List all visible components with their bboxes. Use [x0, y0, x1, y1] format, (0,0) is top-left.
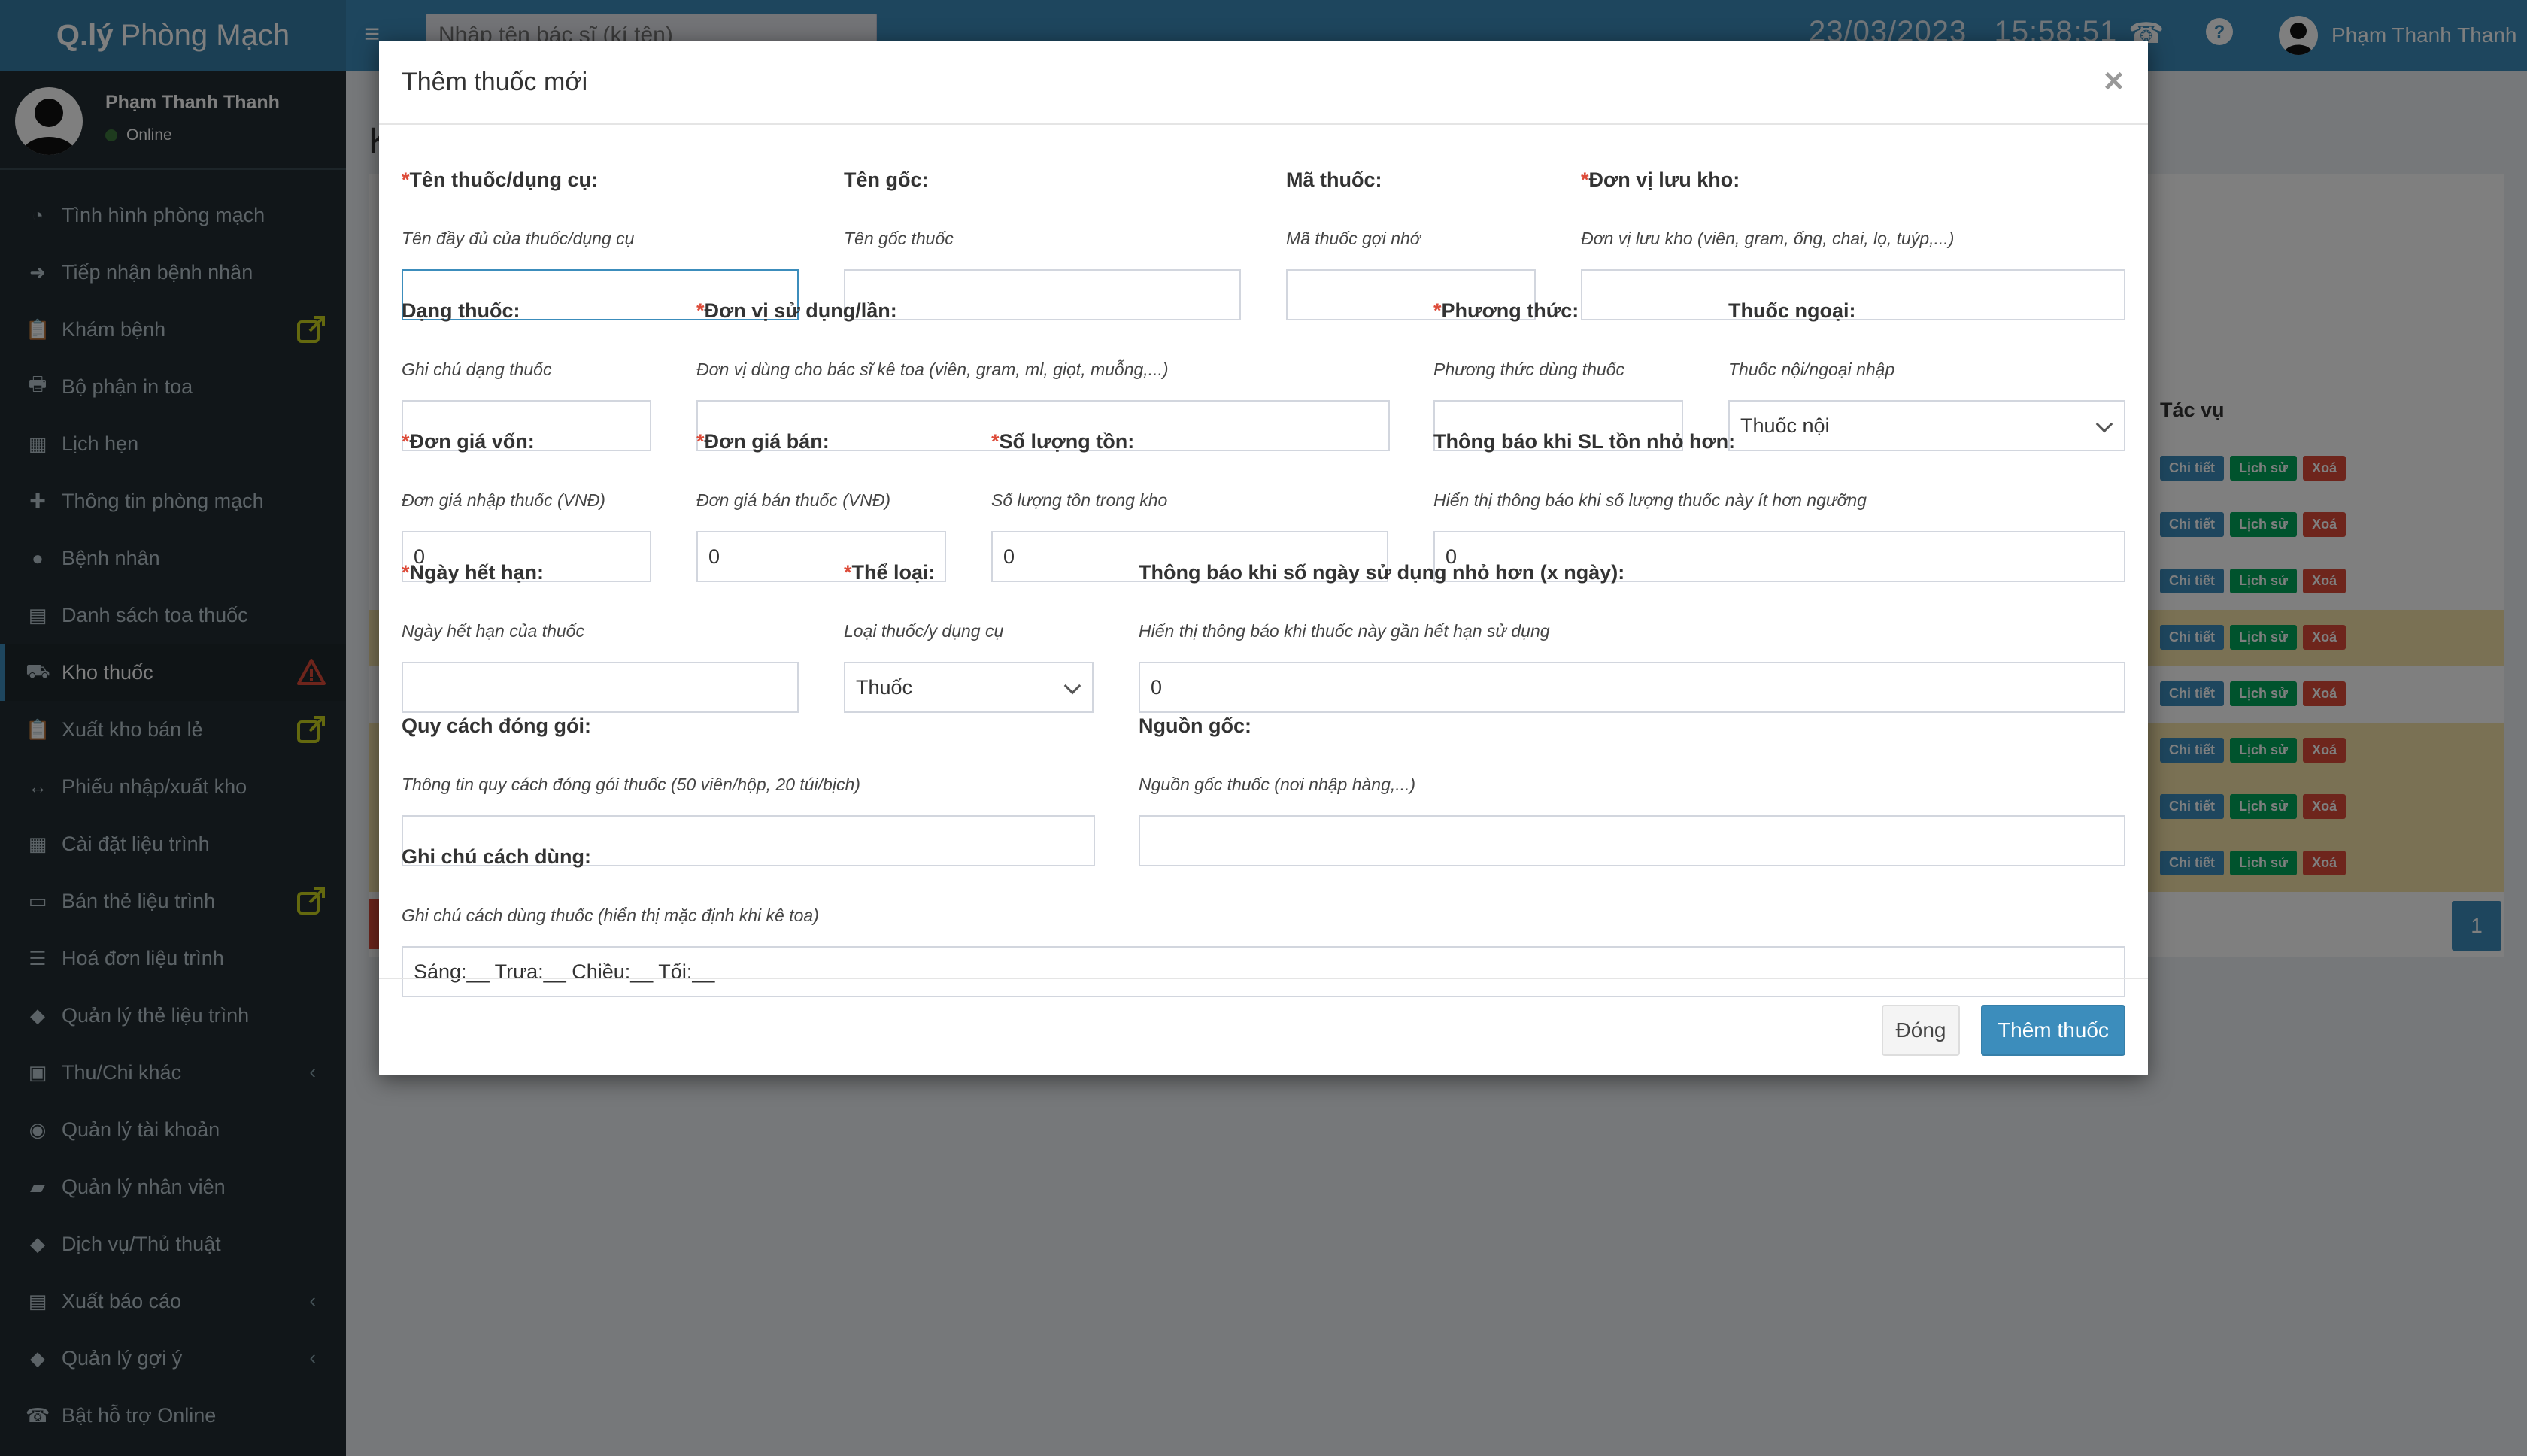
- phuong-thuc-label: *Phương thức:: [1433, 299, 1579, 322]
- required-marker: *: [991, 430, 1000, 453]
- required-marker: *: [402, 168, 410, 191]
- don-gia-ban-hint: Đơn giá bán thuốc (VNĐ): [696, 490, 891, 510]
- don-gia-ban-label: *Đơn giá bán:: [696, 430, 830, 453]
- add-medicine-modal: Thêm thuốc mới × *Tên thuốc/dụng cụ: Tên …: [379, 41, 2148, 1075]
- import-type-select[interactable]: Thuốc nội: [1728, 400, 2125, 451]
- required-marker: *: [1581, 168, 1589, 191]
- required-marker: *: [402, 430, 410, 453]
- thong-bao-sl-hint: Hiển thị thông báo khi số lượng thuốc nà…: [1433, 490, 1867, 510]
- modal-header: Thêm thuốc mới ×: [379, 41, 2148, 125]
- dang-thuoc-hint: Ghi chú dạng thuốc: [402, 359, 552, 379]
- ten-goc-hint: Tên gốc thuốc: [844, 229, 954, 248]
- nguon-goc-hint: Nguồn gốc thuốc (nơi nhập hàng,...): [1139, 775, 1416, 794]
- required-marker: *: [696, 430, 705, 453]
- required-marker: *: [1433, 299, 1442, 322]
- generic-name-input[interactable]: [844, 269, 1241, 320]
- nguon-goc-label: Nguồn gốc:: [1139, 714, 1251, 737]
- expiry-date-input[interactable]: [402, 662, 799, 713]
- thong-bao-sl-label: Thông báo khi SL tồn nhỏ hơn:: [1433, 430, 1736, 453]
- close-icon[interactable]: ×: [2104, 60, 2124, 101]
- chevron-down-icon: [2095, 415, 2113, 433]
- ten-goc-label: Tên gốc:: [844, 168, 929, 191]
- quy-cach-label: Quy cách đóng gói:: [402, 714, 592, 737]
- origin-input[interactable]: [1139, 815, 2125, 866]
- modal-footer: Đóng Thêm thuốc: [379, 978, 2148, 1075]
- required-marker: *: [696, 299, 705, 322]
- so-luong-ton-label: *Số lượng tồn:: [991, 430, 1135, 453]
- the-loai-label: *Thể loại:: [844, 561, 936, 584]
- dang-thuoc-label: Dạng thuốc:: [402, 299, 520, 322]
- ngay-het-han-hint: Ngày hết hạn của thuốc: [402, 621, 584, 641]
- ngay-het-han-label: *Ngày hết hạn:: [402, 561, 545, 584]
- close-button[interactable]: Đóng: [1882, 1005, 1960, 1056]
- phuong-thuc-hint: Phương thức dùng thuốc: [1433, 359, 1625, 379]
- thong-bao-ngay-hint: Hiển thị thông báo khi thuốc này gần hết…: [1139, 621, 1550, 641]
- ghi-chu-label: Ghi chú cách dùng:: [402, 845, 592, 868]
- don-gia-von-label: *Đơn giá vốn:: [402, 430, 535, 453]
- don-vi-su-dung-hint: Đơn vị dùng cho bác sĩ kê toa (viên, gra…: [696, 359, 1169, 379]
- category-select[interactable]: Thuốc: [844, 662, 1094, 713]
- ghi-chu-hint: Ghi chú cách dùng thuốc (hiển thị mặc đị…: [402, 905, 819, 925]
- don-vi-luu-kho-hint: Đơn vị lưu kho (viên, gram, ống, chai, l…: [1581, 229, 1955, 248]
- thuoc-ngoai-hint: Thuốc nội/ngoại nhập: [1728, 359, 1895, 379]
- expiry-warning-days-input[interactable]: 0: [1139, 662, 2125, 713]
- quy-cach-hint: Thông tin quy cách đóng gói thuốc (50 vi…: [402, 775, 860, 794]
- ten-thuoc-hint: Tên đầy đủ của thuốc/dụng cụ: [402, 229, 635, 248]
- the-loai-hint: Loại thuốc/y dụng cụ: [844, 621, 1004, 641]
- chevron-down-icon: [1063, 677, 1081, 695]
- don-gia-von-hint: Đơn giá nhập thuốc (VNĐ): [402, 490, 605, 510]
- so-luong-ton-hint: Số lượng tồn trong kho: [991, 490, 1168, 510]
- add-medicine-button[interactable]: Thêm thuốc: [1981, 1005, 2125, 1056]
- thuoc-ngoai-label: Thuốc ngoại:: [1728, 299, 1856, 322]
- modal-title: Thêm thuốc mới: [402, 68, 588, 96]
- required-marker: *: [844, 561, 852, 584]
- ma-thuoc-label: Mã thuốc:: [1286, 168, 1382, 191]
- thong-bao-ngay-label: Thông báo khi số ngày sử dụng nhỏ hơn (x…: [1139, 561, 1625, 584]
- ten-thuoc-label: *Tên thuốc/dụng cụ:: [402, 168, 598, 191]
- ma-thuoc-hint: Mã thuốc gợi nhớ: [1286, 229, 1421, 248]
- don-vi-su-dung-label: *Đơn vị sử dụng/lần:: [696, 299, 897, 322]
- required-marker: *: [402, 561, 410, 584]
- don-vi-luu-kho-label: *Đơn vị lưu kho:: [1581, 168, 1740, 191]
